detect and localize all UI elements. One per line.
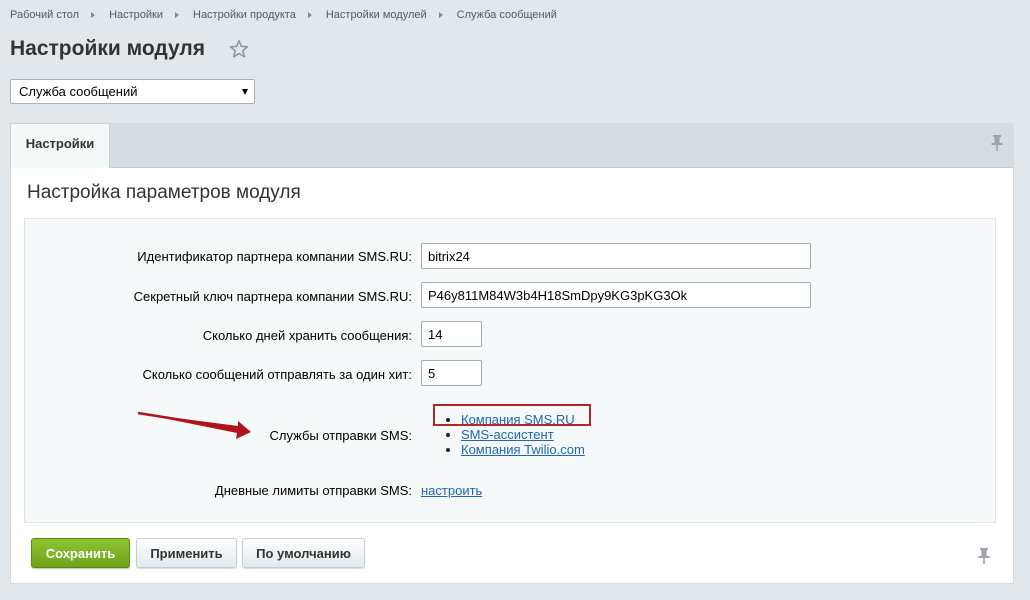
daily-limits-label: Дневные лимиты отправки SMS: [214, 483, 412, 498]
module-select-value: Служба сообщений [19, 84, 138, 99]
service-link-smsru[interactable]: Компания SMS.RU [461, 412, 575, 427]
breadcrumb-item-desktop[interactable]: Рабочий стол [10, 9, 79, 21]
save-button[interactable]: Сохранить [31, 538, 130, 568]
breadcrumb-item-messaging-service[interactable]: Служба сообщений [457, 9, 557, 21]
list-item: Компания Twilio.com [461, 442, 585, 457]
services-list: Компания SMS.RU SMS-ассистент Компания T… [441, 412, 585, 457]
section-title: Настройка параметров модуля [27, 182, 301, 203]
star-icon[interactable] [228, 38, 250, 60]
page-title: Настройки модуля [10, 37, 206, 60]
per-hit-label: Сколько сообщений отправлять за один хит… [142, 367, 412, 382]
pin-icon[interactable] [977, 547, 991, 565]
list-item: Компания SMS.RU [461, 412, 585, 427]
breadcrumb-separator-icon [175, 12, 179, 18]
tab-bar: Настройки [10, 123, 1014, 168]
tab-settings[interactable]: Настройки [10, 123, 110, 168]
partner-id-input[interactable] [421, 243, 811, 269]
apply-button[interactable]: Применить [136, 538, 237, 568]
service-link-sms-assistant[interactable]: SMS-ассистент [461, 427, 554, 442]
chevron-down-icon [242, 89, 248, 95]
breadcrumb-separator-icon [307, 12, 312, 18]
breadcrumb: Рабочий стол Настройки Настройки продукт… [10, 9, 557, 21]
settings-panel: Настройка параметров модуля Идентификато… [10, 168, 1014, 584]
partner-key-input[interactable] [421, 282, 811, 308]
breadcrumb-item-module-settings[interactable]: Настройки модулей [326, 9, 427, 21]
module-select[interactable]: Служба сообщений [10, 79, 255, 104]
days-keep-label: Сколько дней хранить сообщения: [202, 328, 412, 343]
services-label: Службы отправки SMS: [269, 428, 412, 443]
list-item: SMS-ассистент [461, 427, 585, 442]
partner-key-label: Секретный ключ партнера компании SMS.RU: [133, 289, 412, 304]
settings-form: Идентификатор партнера компании SMS.RU: … [24, 218, 996, 523]
breadcrumb-separator-icon [438, 12, 443, 18]
per-hit-input[interactable] [421, 360, 482, 386]
service-link-twilio[interactable]: Компания Twilio.com [461, 442, 585, 457]
breadcrumb-item-settings[interactable]: Настройки [109, 9, 163, 21]
partner-id-label: Идентификатор партнера компании SMS.RU: [137, 249, 412, 264]
pin-icon[interactable] [990, 134, 1004, 152]
breadcrumb-separator-icon [91, 12, 96, 18]
configure-link[interactable]: настроить [421, 483, 482, 498]
days-keep-input[interactable] [421, 321, 482, 347]
default-button[interactable]: По умолчанию [242, 538, 365, 568]
annotation-arrow-icon [137, 411, 251, 439]
breadcrumb-item-product-settings[interactable]: Настройки продукта [193, 9, 296, 21]
